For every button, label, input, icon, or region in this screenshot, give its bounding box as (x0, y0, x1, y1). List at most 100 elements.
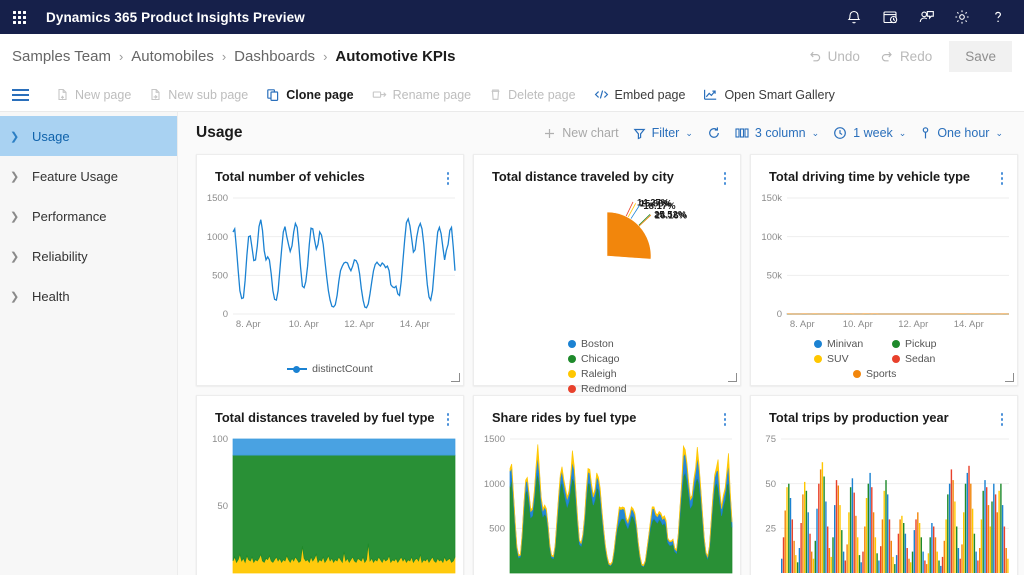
rename-page-button[interactable]: Rename page (364, 83, 480, 107)
chart-card-distances-by-fuel-type[interactable]: Total distances traveled by fuel type 50… (196, 395, 464, 575)
legend-item[interactable]: Sports (853, 368, 915, 380)
chart-card-total-distance-by-city[interactable]: Total distance traveled by city 18.17% 25… (473, 154, 741, 410)
chevron-right-icon: ❯ (10, 290, 20, 303)
redo-label: Redo (899, 48, 933, 64)
hamburger-menu-icon[interactable] (12, 83, 36, 107)
legend-label: Minivan (827, 337, 864, 350)
legend-label: SUV (827, 352, 849, 365)
help-question-icon[interactable] (982, 2, 1014, 32)
chart-card-total-number-of-vehicles[interactable]: Total number of vehicles 0 500 1000 1500 8. … (196, 154, 464, 386)
card-resize-handle[interactable] (1005, 373, 1014, 382)
breadcrumb-item-2[interactable]: Dashboards (234, 48, 315, 65)
card-resize-handle[interactable] (451, 373, 460, 382)
svg-text:100k: 100k (761, 231, 782, 242)
new-page-button[interactable]: New page (48, 83, 139, 107)
legend-item[interactable]: Raleigh (568, 368, 646, 380)
feedback-person-icon[interactable] (910, 2, 942, 32)
open-smart-gallery-button[interactable]: Open Smart Gallery (695, 83, 842, 107)
card-menu-kebab-icon[interactable] (443, 169, 454, 188)
sidebar-item-health[interactable]: ❯ Health (0, 276, 177, 316)
svg-text:10. Apr: 10. Apr (843, 319, 873, 330)
left-navigation: ❯ Usage ❯ Feature Usage ❯ Performance ❯ … (0, 112, 178, 575)
card-menu-kebab-icon[interactable] (443, 410, 454, 429)
svg-text:1500: 1500 (207, 193, 228, 204)
card-header: Total distance traveled by city (474, 155, 740, 188)
card-title: Share rides by fuel type (492, 410, 637, 425)
sidebar-item-feature-usage[interactable]: ❯ Feature Usage (0, 156, 177, 196)
redo-button[interactable]: Redo (871, 43, 941, 70)
card-title: Total number of vehicles (215, 169, 365, 184)
sidebar-item-label: Reliability (32, 248, 88, 264)
breadcrumb-item-0[interactable]: Samples Team (12, 48, 111, 65)
line-chart-vehicles: 0 500 1000 1500 8. Apr 10. Apr 12. Apr 14. Apr (207, 193, 456, 330)
card-menu-kebab-icon[interactable] (720, 410, 731, 429)
filter-button[interactable]: Filter ⌄ (626, 122, 700, 144)
card-header: Total trips by production year (751, 396, 1017, 429)
legend-item[interactable]: SUV (814, 353, 876, 365)
svg-text:500: 500 (212, 270, 228, 281)
card-menu-kebab-icon[interactable] (997, 169, 1008, 188)
chevron-down-icon: ⌄ (685, 127, 693, 138)
legend-line-marker (287, 365, 308, 373)
chart-card-trips-by-production-year[interactable]: Total trips by production year 25 50 75 (750, 395, 1018, 575)
legend-label: distinctCount (312, 363, 373, 375)
legend-label: Raleigh (581, 367, 617, 380)
sidebar-item-performance[interactable]: ❯ Performance (0, 196, 177, 236)
column-layout-label: 3 column (754, 126, 806, 140)
new-chart-button[interactable]: New chart (536, 122, 625, 144)
legend-item[interactable]: Minivan (814, 338, 876, 350)
app-launcher-icon[interactable] (6, 4, 32, 30)
legend-color-swatch (568, 384, 576, 393)
time-range-button[interactable]: 1 week ⌄ (826, 122, 913, 144)
card-header: Total number of vehicles (197, 155, 463, 188)
card-chart-area: 50 100 (197, 429, 463, 576)
settings-gear-icon[interactable] (946, 2, 978, 32)
svg-text:14. Apr: 14. Apr (400, 319, 430, 330)
embed-page-button[interactable]: Embed page (586, 83, 694, 107)
legend-color-swatch (568, 369, 576, 378)
new-sub-page-button[interactable]: New sub page (141, 83, 256, 107)
clone-page-button[interactable]: Clone page (258, 83, 361, 107)
card-menu-kebab-icon[interactable] (997, 410, 1008, 429)
history-clock-icon[interactable] (874, 2, 906, 32)
card-chart-area: 500 1000 1500 (474, 429, 740, 576)
sidebar-item-reliability[interactable]: ❯ Reliability (0, 236, 177, 276)
page-body: ❯ Usage ❯ Feature Usage ❯ Performance ❯ … (0, 112, 1024, 575)
svg-text:500: 500 (489, 523, 505, 534)
card-title: Total distance traveled by city (492, 169, 674, 184)
card-resize-handle[interactable] (728, 373, 737, 382)
new-page-label: New page (75, 87, 132, 102)
area-chart-share-rides: 500 1000 1500 (484, 434, 733, 573)
clone-page-label: Clone page (286, 87, 354, 102)
legend-item[interactable]: Boston (568, 338, 646, 350)
legend-item[interactable]: Chicago (568, 353, 646, 365)
breadcrumb-item-current: Automotive KPIs (335, 47, 456, 65)
svg-text:12. Apr: 12. Apr (898, 319, 928, 330)
notifications-bell-icon[interactable] (838, 2, 870, 32)
card-menu-kebab-icon[interactable] (720, 169, 731, 188)
chart-card-share-rides-by-fuel-type[interactable]: Share rides by fuel type 500 1000 1500 (473, 395, 741, 575)
new-sub-page-label: New sub page (168, 87, 249, 102)
legend-item[interactable]: distinctCount (287, 363, 373, 375)
refresh-button[interactable] (700, 122, 728, 144)
chevron-right-icon: ❯ (10, 250, 20, 263)
svg-text:100: 100 (212, 434, 228, 445)
svg-text:1500: 1500 (484, 434, 505, 445)
delete-page-button[interactable]: Delete page (481, 83, 583, 107)
legend-color-swatch (853, 369, 861, 378)
granularity-button[interactable]: One hour ⌄ (913, 122, 1010, 144)
svg-text:150k: 150k (761, 193, 782, 204)
sidebar-item-usage[interactable]: ❯ Usage (0, 116, 177, 156)
column-layout-button[interactable]: 3 column ⌄ (728, 122, 826, 144)
save-button[interactable]: Save (949, 40, 1012, 72)
legend-item[interactable]: Sedan (892, 353, 954, 365)
legend-item[interactable]: Redmond (568, 383, 646, 395)
chart-card-driving-time-by-vehicle-type[interactable]: Total driving time by vehicle type 0 50k 1… (750, 154, 1018, 386)
breadcrumb-item-1[interactable]: Automobiles (131, 48, 214, 65)
chevron-down-icon: ⌄ (811, 127, 820, 138)
undo-label: Undo (827, 48, 860, 64)
legend-item[interactable]: Pickup (892, 338, 954, 350)
embed-page-label: Embed page (614, 87, 686, 102)
undo-button[interactable]: Undo (799, 43, 869, 70)
rename-page-label: Rename page (392, 87, 472, 102)
